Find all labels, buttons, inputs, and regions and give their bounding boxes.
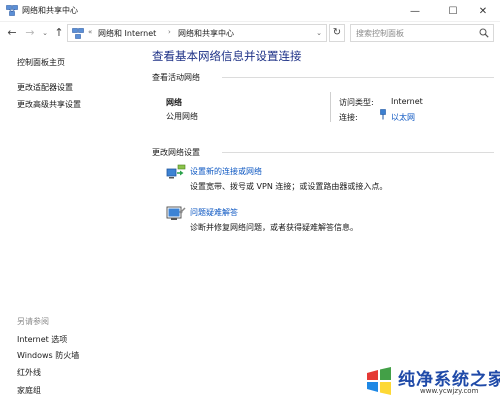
navigation-bar: ← → ⌄ ↑ « 网络和 Internet › 网络和共享中心 ⌄ ↻ [0, 22, 500, 44]
ethernet-icon [380, 109, 386, 120]
see-also-heading: 另请参阅 [17, 317, 49, 326]
network-category: 公用网络 [166, 112, 198, 121]
forward-button[interactable]: → [24, 26, 36, 40]
search-input[interactable] [356, 27, 476, 39]
access-type-label: 访问类型: [339, 98, 374, 107]
sidebar: 控制面板主页 更改适配器设置 更改高级共享设置 另请参阅 Internet 选项… [0, 44, 138, 402]
refresh-button[interactable]: ↻ [329, 24, 345, 42]
access-type-value: Internet [391, 97, 423, 106]
sidebar-item-change-advanced-sharing[interactable]: 更改高级共享设置 [17, 99, 81, 110]
section-divider [222, 152, 494, 153]
window-title: 网络和共享中心 [22, 6, 78, 15]
see-also-internet-options[interactable]: Internet 选项 [17, 334, 67, 345]
breadcrumb-root-chevron[interactable]: « [88, 28, 92, 36]
site-watermark: 纯净系统之家 www.ycwjzy.com [360, 362, 500, 402]
search-icon[interactable] [479, 28, 489, 38]
setup-new-connection-link[interactable]: 设置新的连接或网络 [190, 166, 262, 177]
see-also-homegroup[interactable]: 家庭组 [17, 385, 41, 396]
network-center-app-icon [6, 5, 18, 16]
address-bar[interactable]: « 网络和 Internet › 网络和共享中心 ⌄ [67, 24, 327, 42]
back-button[interactable]: ← [6, 26, 18, 40]
section-divider [222, 77, 494, 78]
connections-label: 连接: [339, 113, 358, 122]
main-content: 查看基本网络信息并设置连接 查看活动网络 网络 公用网络 访问类型: Inter… [152, 44, 500, 402]
breadcrumb-network-internet[interactable]: 网络和 Internet [98, 28, 156, 39]
close-button[interactable]: ✕ [466, 0, 500, 22]
sidebar-item-control-panel-home[interactable]: 控制面板主页 [17, 57, 65, 68]
breadcrumb-network-sharing-center[interactable]: 网络和共享中心 [178, 28, 234, 39]
up-button[interactable]: ↑ [53, 26, 65, 40]
address-dropdown-icon[interactable]: ⌄ [316, 29, 322, 37]
troubleshoot-problems-description: 诊断并修复网络问题，或者获得疑难解答信息。 [190, 223, 358, 232]
breadcrumb-separator[interactable]: › [168, 28, 171, 36]
minimize-button[interactable]: — [398, 0, 432, 22]
change-network-settings-heading: 更改网络设置 [152, 148, 200, 157]
recent-locations-button[interactable]: ⌄ [39, 26, 51, 40]
network-info-divider [330, 92, 331, 122]
watermark-logo-icon [367, 367, 391, 395]
see-also-windows-firewall[interactable]: Windows 防火墙 [17, 350, 79, 361]
troubleshoot-icon [166, 206, 186, 220]
ethernet-connection-link[interactable]: 以太网 [391, 112, 415, 123]
search-box[interactable] [350, 24, 494, 42]
sidebar-item-change-adapter-settings[interactable]: 更改适配器设置 [17, 82, 73, 93]
network-setup-icon [166, 164, 186, 179]
window-titlebar: 网络和共享中心 — ☐ ✕ [0, 0, 500, 22]
network-name: 网络 [166, 98, 182, 107]
setup-new-connection-description: 设置宽带、拨号或 VPN 连接；或设置路由器或接入点。 [190, 182, 388, 191]
page-title: 查看基本网络信息并设置连接 [152, 49, 302, 63]
network-folder-icon [72, 28, 84, 39]
active-networks-heading: 查看活动网络 [152, 73, 200, 82]
troubleshoot-problems-link[interactable]: 问题疑难解答 [190, 207, 238, 218]
see-also-infrared[interactable]: 红外线 [17, 367, 41, 378]
watermark-url: www.ycwjzy.com [420, 387, 479, 395]
maximize-button[interactable]: ☐ [436, 0, 470, 22]
